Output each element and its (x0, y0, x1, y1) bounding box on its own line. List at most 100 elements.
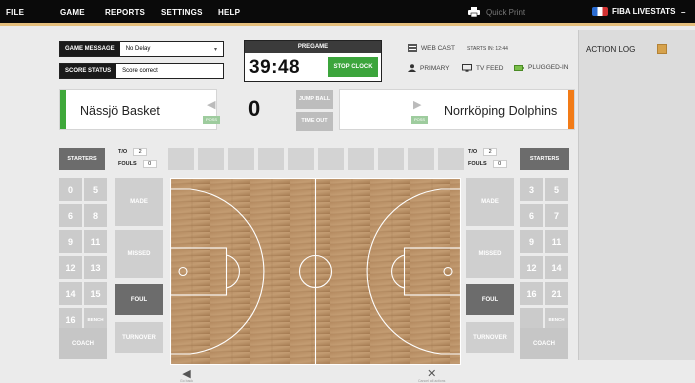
home-starters-button[interactable]: STARTERS (59, 148, 105, 170)
possession-slot[interactable] (318, 148, 344, 170)
home-score: 0 (248, 96, 261, 121)
possession-slot[interactable] (408, 148, 434, 170)
basketball-court[interactable] (170, 178, 461, 365)
away-player-button[interactable]: 21 (545, 282, 568, 305)
away-team-name: Norrköping Dolphins (444, 104, 558, 118)
menu-game[interactable]: GAME (60, 8, 85, 17)
home-player-button[interactable]: 8 (84, 204, 107, 227)
score-status-value: Score correct (122, 68, 158, 74)
game-clock: PREGAME 39:48 STOP CLOCK (244, 40, 382, 82)
home-team-bar: Nässjö Basket ◀ POSS (59, 89, 220, 130)
home-player-button[interactable]: 15 (84, 282, 107, 305)
away-fouls-value[interactable]: 0 (492, 160, 507, 168)
primary-label: PRIMARY (420, 64, 450, 72)
home-timeouts: T/O 2 (118, 148, 148, 156)
home-player-button[interactable]: 6 (59, 204, 82, 227)
possession-slot[interactable] (348, 148, 374, 170)
home-foul-button[interactable]: FOUL (115, 284, 163, 315)
time-out-button[interactable]: TIME OUT (296, 112, 333, 131)
cancel-all-button[interactable]: ✕ Cancel all actions (418, 369, 445, 383)
minimize-button[interactable]: – (681, 8, 686, 17)
away-player-button[interactable]: 12 (520, 256, 543, 279)
away-player-button[interactable]: 11 (545, 230, 568, 253)
primary-status[interactable]: PRIMARY (408, 64, 450, 72)
possession-slot[interactable] (168, 148, 194, 170)
possession-slot[interactable] (378, 148, 404, 170)
menu-reports[interactable]: REPORTS (105, 8, 145, 17)
away-foul-button[interactable]: FOUL (466, 284, 514, 315)
tv-feed-label: TV FEED (476, 64, 504, 72)
main-area: GAME MESSAGE No Delay ▾ SCORE STATUS Sco… (48, 30, 575, 383)
game-message-select[interactable]: GAME MESSAGE No Delay ▾ (59, 41, 224, 57)
plugged-in-status[interactable]: PLUGGED-IN (514, 64, 568, 71)
away-missed-button[interactable]: MISSED (466, 230, 514, 278)
cancel-all-label: Cancel all actions (418, 379, 446, 383)
quick-print-label: Quick Print (486, 7, 526, 17)
jump-ball-button[interactable]: JUMP BALL (296, 90, 333, 109)
starts-in-label: STARTS IN: 12:44 (467, 46, 508, 52)
possession-slot[interactable] (228, 148, 254, 170)
away-coach-button[interactable]: COACH (520, 328, 568, 359)
webcast-status[interactable]: WEB CAST (408, 44, 455, 52)
menu-settings[interactable]: SETTINGS (161, 8, 203, 17)
away-arrow-right-icon[interactable]: ▶ (413, 98, 421, 111)
home-missed-button[interactable]: MISSED (115, 230, 163, 278)
home-player-button[interactable]: 11 (84, 230, 107, 253)
tv-feed-status[interactable]: TV FEED (462, 64, 503, 72)
home-turnover-button[interactable]: TURNOVER (115, 322, 163, 353)
home-team-name: Nässjö Basket (80, 104, 160, 118)
away-team-color (568, 90, 574, 129)
home-player-button[interactable]: 9 (59, 230, 82, 253)
home-coach-button[interactable]: COACH (59, 328, 107, 359)
score-status-label: SCORE STATUS (60, 64, 117, 78)
possession-slot[interactable] (258, 148, 284, 170)
menu-help[interactable]: HELP (218, 8, 240, 17)
away-player-button[interactable]: 3 (520, 178, 543, 201)
home-player-button[interactable]: 0 (59, 178, 82, 201)
possession-slot[interactable] (198, 148, 224, 170)
home-player-button[interactable]: 13 (84, 256, 107, 279)
away-starters-button[interactable]: STARTERS (520, 148, 569, 170)
go-back-button[interactable]: ◀ Go back (180, 369, 193, 383)
away-timeouts: T/O 2 (468, 148, 498, 156)
home-fouls-value[interactable]: 0 (142, 160, 157, 168)
expand-icon[interactable] (657, 44, 667, 54)
home-fouls: FOULS 0 (118, 160, 157, 168)
away-to-value[interactable]: 2 (483, 148, 498, 156)
away-player-button[interactable]: 7 (545, 204, 568, 227)
away-player-button[interactable]: 6 (520, 204, 543, 227)
away-team-bar: ▶ POSS Norrköping Dolphins (339, 89, 575, 130)
home-to-value[interactable]: 2 (133, 148, 148, 156)
clock-time[interactable]: 39:48 (249, 57, 300, 79)
score-status-field[interactable]: SCORE STATUS Score correct (59, 63, 224, 79)
stop-clock-button[interactable]: STOP CLOCK (328, 57, 378, 77)
away-player-button[interactable]: 9 (520, 230, 543, 253)
home-player-button[interactable]: 12 (59, 256, 82, 279)
away-player-button[interactable]: 16 (520, 282, 543, 305)
home-team-color (60, 90, 66, 129)
home-to-label: T/O (118, 149, 128, 155)
home-fouls-label: FOULS (118, 161, 137, 167)
close-icon: ✕ (427, 368, 437, 380)
away-made-button[interactable]: MADE (466, 178, 514, 226)
away-player-button[interactable]: 14 (545, 256, 568, 279)
away-fouls: FOULS 0 (468, 160, 507, 168)
possession-slot[interactable] (438, 148, 464, 170)
away-fouls-label: FOULS (468, 161, 487, 167)
fiba-flag-icon (592, 7, 608, 16)
home-poss-badge[interactable]: POSS (203, 116, 220, 124)
game-message-label: GAME MESSAGE (60, 42, 120, 56)
home-player-button[interactable]: 14 (59, 282, 82, 305)
home-player-button[interactable]: 5 (84, 178, 107, 201)
away-turnover-button[interactable]: TURNOVER (466, 322, 514, 353)
menu-accent-line (0, 23, 695, 26)
battery-icon (514, 64, 524, 71)
quick-print-button[interactable]: Quick Print (468, 7, 525, 17)
printer-icon (468, 7, 480, 17)
home-arrow-left-icon[interactable]: ◀ (207, 98, 215, 111)
home-made-button[interactable]: MADE (115, 178, 163, 226)
menu-file[interactable]: FILE (6, 8, 24, 17)
away-poss-badge[interactable]: POSS (411, 116, 428, 124)
possession-slot[interactable] (288, 148, 314, 170)
away-player-button[interactable]: 5 (545, 178, 568, 201)
